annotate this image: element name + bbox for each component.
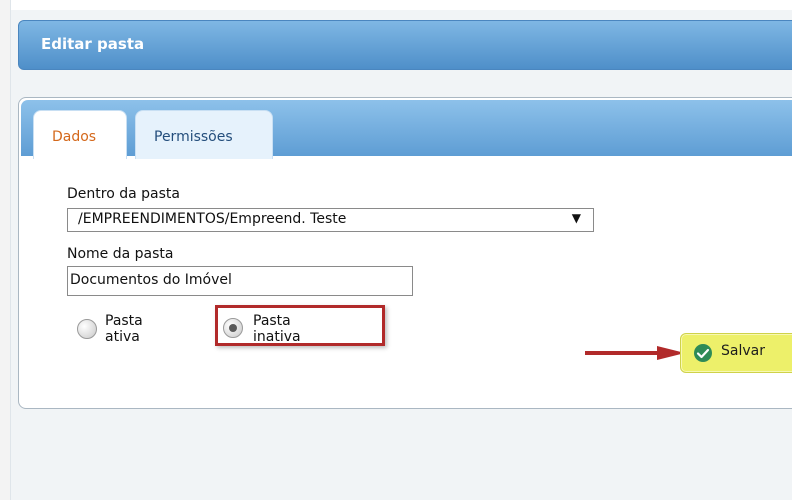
save-button[interactable]: Salvar [680,333,792,373]
tab-dados-label: Dados [52,129,97,145]
tab-permissoes-label: Permissões [154,129,233,145]
radio-pasta-ativa[interactable] [77,319,97,339]
folder-name-label: Nome da pasta [67,246,174,262]
form-panel: Dados Permissões Dentro da pasta /EMPREE… [18,97,792,409]
tab-permissoes[interactable]: Permissões [135,110,273,159]
folder-name-value: Documentos do Imóvel [70,272,232,288]
left-edge [0,0,11,500]
red-arrow-icon [585,346,685,360]
folder-name-input[interactable]: Documentos do Imóvel [67,266,413,296]
tab-dados[interactable]: Dados [33,110,127,159]
chevron-down-icon: ▼ [571,211,581,225]
check-circle-icon [694,344,712,362]
window-header: Editar pasta [18,20,792,70]
radio-pasta-ativa-label: Pasta ativa [105,313,143,345]
tab-bar: Dados Permissões [21,100,792,159]
app-frame: Editar pasta Dados Permissões Dentro da … [0,0,792,500]
top-edge [0,0,792,10]
folder-parent-label: Dentro da pasta [67,186,180,202]
folder-parent-value: /EMPREENDIMENTOS/Empreend. Teste [78,211,347,227]
highlight-box [215,305,385,346]
save-button-label: Salvar [721,343,765,359]
window-title: Editar pasta [41,35,145,53]
folder-parent-select[interactable]: /EMPREENDIMENTOS/Empreend. Teste ▼ [67,208,594,232]
